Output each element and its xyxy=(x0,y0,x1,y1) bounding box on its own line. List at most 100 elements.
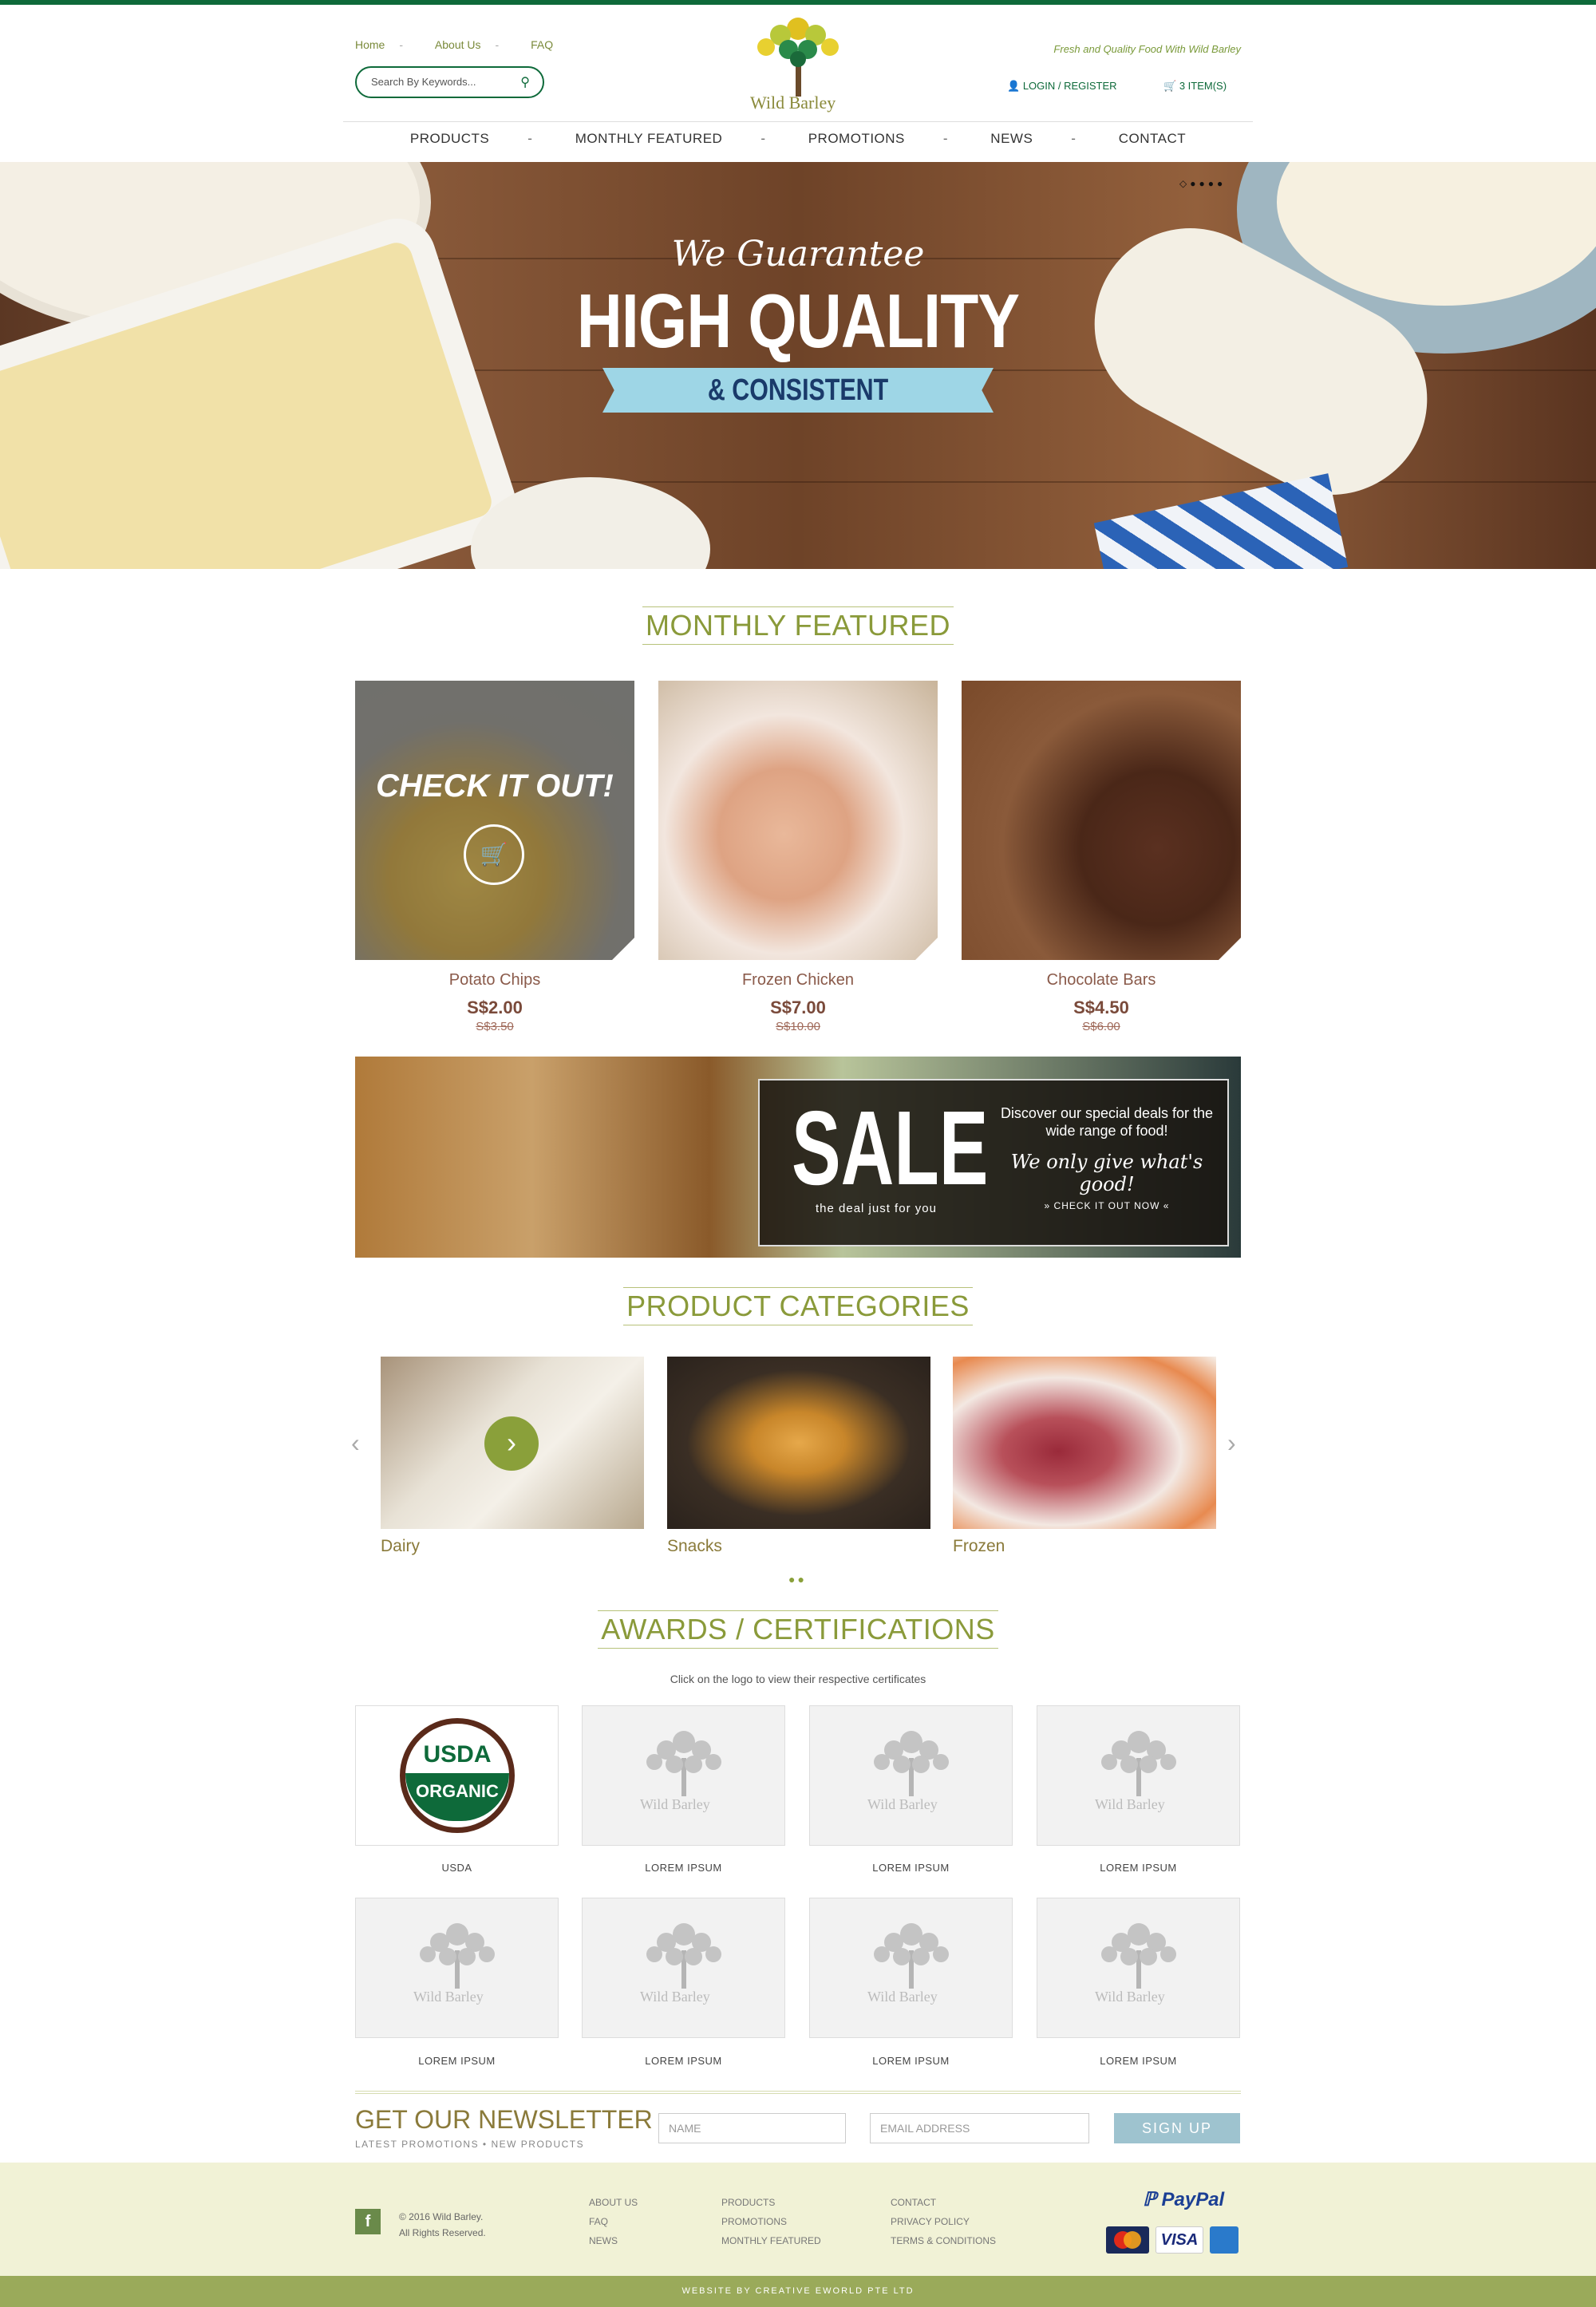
slider-dots[interactable]: ◇●●●● xyxy=(1179,178,1226,189)
category-image-snacks[interactable] xyxy=(667,1357,930,1529)
hero-cloth-image xyxy=(1093,473,1349,569)
nav-news[interactable]: NEWS xyxy=(990,131,1033,146)
category-name[interactable]: Dairy xyxy=(381,1537,644,1556)
footer-link-about[interactable]: ABOUT US xyxy=(589,2193,638,2212)
newsletter-title: GET OUR NEWSLETTER xyxy=(355,2105,653,2134)
cart-link[interactable]: 🛒 3 ITEM(S) xyxy=(1163,80,1227,93)
newsletter-email-input[interactable]: EMAIL ADDRESS xyxy=(870,2113,1089,2143)
copyright-line: © 2016 Wild Barley. xyxy=(399,2211,484,2222)
award-usda[interactable]: USDA ORGANIC xyxy=(355,1705,559,1846)
product-image-chocolate[interactable] xyxy=(962,681,1241,960)
product-image-chips[interactable]: CHECK IT OUT! 🛒 xyxy=(355,681,634,960)
category-image-frozen[interactable] xyxy=(953,1357,1216,1529)
award-placeholder[interactable]: Wild Barley xyxy=(1037,1898,1240,2038)
product-name[interactable]: Chocolate Bars xyxy=(962,971,1241,990)
category-name[interactable]: Snacks xyxy=(667,1537,930,1556)
tree-icon: Wild Barley xyxy=(1085,1918,1193,2006)
nav-separator: - xyxy=(527,131,533,146)
nav-divider xyxy=(343,121,1253,122)
product-categories-heading: PRODUCT CATEGORIES xyxy=(0,1287,1596,1325)
mastercard-icon xyxy=(1106,2226,1149,2254)
placeholder-brand: Wild Barley xyxy=(640,1796,710,1812)
product-price: S$4.50 xyxy=(1073,997,1129,1017)
category-name[interactable]: Frozen xyxy=(953,1537,1216,1556)
sale-cta-link[interactable]: » CHECK IT OUT NOW « xyxy=(999,1200,1215,1211)
footer-link-faq[interactable]: FAQ xyxy=(589,2212,638,2231)
sale-description: Discover our special deals for the wide … xyxy=(1000,1105,1214,1139)
usda-seal-text: USDA xyxy=(423,1741,492,1768)
category-card[interactable]: Snacks xyxy=(667,1357,930,1556)
tree-icon: Wild Barley xyxy=(630,1918,738,2006)
award-placeholder[interactable]: Wild Barley xyxy=(809,1898,1013,2038)
faq-link[interactable]: FAQ xyxy=(531,38,553,51)
award-placeholder[interactable]: Wild Barley xyxy=(582,1898,785,2038)
tree-icon xyxy=(757,18,839,97)
award-placeholder[interactable]: Wild Barley xyxy=(1037,1705,1240,1846)
award-placeholder[interactable]: Wild Barley xyxy=(582,1705,785,1846)
nav-monthly-featured[interactable]: MONTHLY FEATURED xyxy=(575,131,723,146)
footer-link-terms[interactable]: TERMS & CONDITIONS xyxy=(891,2231,996,2250)
signup-button[interactable]: SIGN UP xyxy=(1114,2113,1240,2143)
add-to-cart-icon[interactable]: 🛒 xyxy=(464,824,524,885)
about-link[interactable]: About Us xyxy=(435,38,481,51)
award-label: LOREM IPSUM xyxy=(645,1862,722,1874)
award-label: LOREM IPSUM xyxy=(418,2055,496,2067)
footer-link-promotions[interactable]: PROMOTIONS xyxy=(721,2212,821,2231)
nav-products[interactable]: PRODUCTS xyxy=(410,131,489,146)
paypal-icon: ℙ xyxy=(1143,2189,1162,2210)
login-register-link[interactable]: 👤 LOGIN / REGISTER xyxy=(1007,80,1117,93)
nav-promotions[interactable]: PROMOTIONS xyxy=(808,131,905,146)
product-name[interactable]: Frozen Chicken xyxy=(658,971,938,990)
placeholder-brand: Wild Barley xyxy=(1095,1796,1165,1812)
placeholder-brand: Wild Barley xyxy=(867,1796,938,1812)
awards-heading: AWARDS / CERTIFICATIONS xyxy=(0,1610,1596,1649)
footer: f © 2016 Wild Barley. All Rights Reserve… xyxy=(0,2163,1596,2276)
brand-logo[interactable]: Wild Barley xyxy=(734,11,862,115)
usda-organic-seal: USDA ORGANIC xyxy=(400,1718,515,1833)
nav-contact[interactable]: CONTACT xyxy=(1119,131,1186,146)
footer-link-contact[interactable]: CONTACT xyxy=(891,2193,996,2212)
chevron-right-icon[interactable]: › xyxy=(484,1416,539,1471)
placeholder-brand: Wild Barley xyxy=(867,1989,938,2005)
search-input[interactable]: Search By Keywords... ⚲ xyxy=(355,66,544,98)
hero-script: We Guarantee xyxy=(671,234,925,275)
product-old-price: S$10.00 xyxy=(776,1020,820,1033)
tree-icon: Wild Barley xyxy=(1085,1726,1193,1814)
award-label: LOREM IPSUM xyxy=(1100,1862,1177,1874)
carousel-pager[interactable]: ●● xyxy=(788,1573,807,1586)
facebook-icon[interactable]: f xyxy=(355,2209,381,2234)
search-icon[interactable]: ⚲ xyxy=(520,74,530,90)
product-name[interactable]: Potato Chips xyxy=(355,971,634,990)
award-label: LOREM IPSUM xyxy=(1100,2055,1177,2067)
sale-subtitle: the deal just for you xyxy=(816,1202,937,1215)
carousel-prev-icon[interactable]: ‹ xyxy=(351,1428,360,1458)
footer-link-monthly-featured[interactable]: MONTHLY FEATURED xyxy=(721,2231,821,2250)
newsletter-name-input[interactable]: NAME xyxy=(658,2113,846,2143)
placeholder-brand: Wild Barley xyxy=(640,1989,710,2005)
hero-ribbon-text: & CONSISTENT PRODUCTS xyxy=(707,373,889,452)
footer-link-products[interactable]: PRODUCTS xyxy=(721,2193,821,2212)
award-placeholder[interactable]: Wild Barley xyxy=(809,1705,1013,1846)
product-card[interactable]: CHECK IT OUT! 🛒 Potato Chips S$2.00 S$3.… xyxy=(355,681,634,1033)
footer-link-privacy[interactable]: PRIVACY POLICY xyxy=(891,2212,996,2231)
product-image-chicken[interactable] xyxy=(658,681,938,960)
product-card[interactable]: Frozen Chicken S$7.00 S$10.00 xyxy=(658,681,938,1033)
category-card[interactable]: Frozen xyxy=(953,1357,1216,1556)
product-card[interactable]: Chocolate Bars S$4.50 S$6.00 xyxy=(962,681,1241,1033)
award-placeholder[interactable]: Wild Barley xyxy=(355,1898,559,2038)
tagline: Fresh and Quality Food With Wild Barley xyxy=(1053,43,1241,55)
footer-link-news[interactable]: NEWS xyxy=(589,2231,638,2250)
copyright: © 2016 Wild Barley. All Rights Reserved. xyxy=(399,2209,486,2241)
home-link[interactable]: Home xyxy=(355,38,385,51)
award-label: LOREM IPSUM xyxy=(645,2055,722,2067)
usda-seal-text: ORGANIC xyxy=(416,1781,499,1801)
category-card[interactable]: › Dairy xyxy=(381,1357,644,1556)
category-image-dairy[interactable]: › xyxy=(381,1357,644,1529)
product-old-price: S$6.00 xyxy=(1082,1020,1120,1033)
carousel-next-icon[interactable]: › xyxy=(1227,1428,1236,1458)
product-price: S$7.00 xyxy=(770,997,826,1017)
tree-icon: Wild Barley xyxy=(858,1726,966,1814)
name-placeholder: NAME xyxy=(669,2122,701,2135)
hero-banner[interactable]: ◇●●●● We Guarantee HIGH QUALITY & CONSIS… xyxy=(0,162,1596,569)
sale-banner[interactable]: SALE the deal just for you Discover our … xyxy=(355,1057,1241,1258)
